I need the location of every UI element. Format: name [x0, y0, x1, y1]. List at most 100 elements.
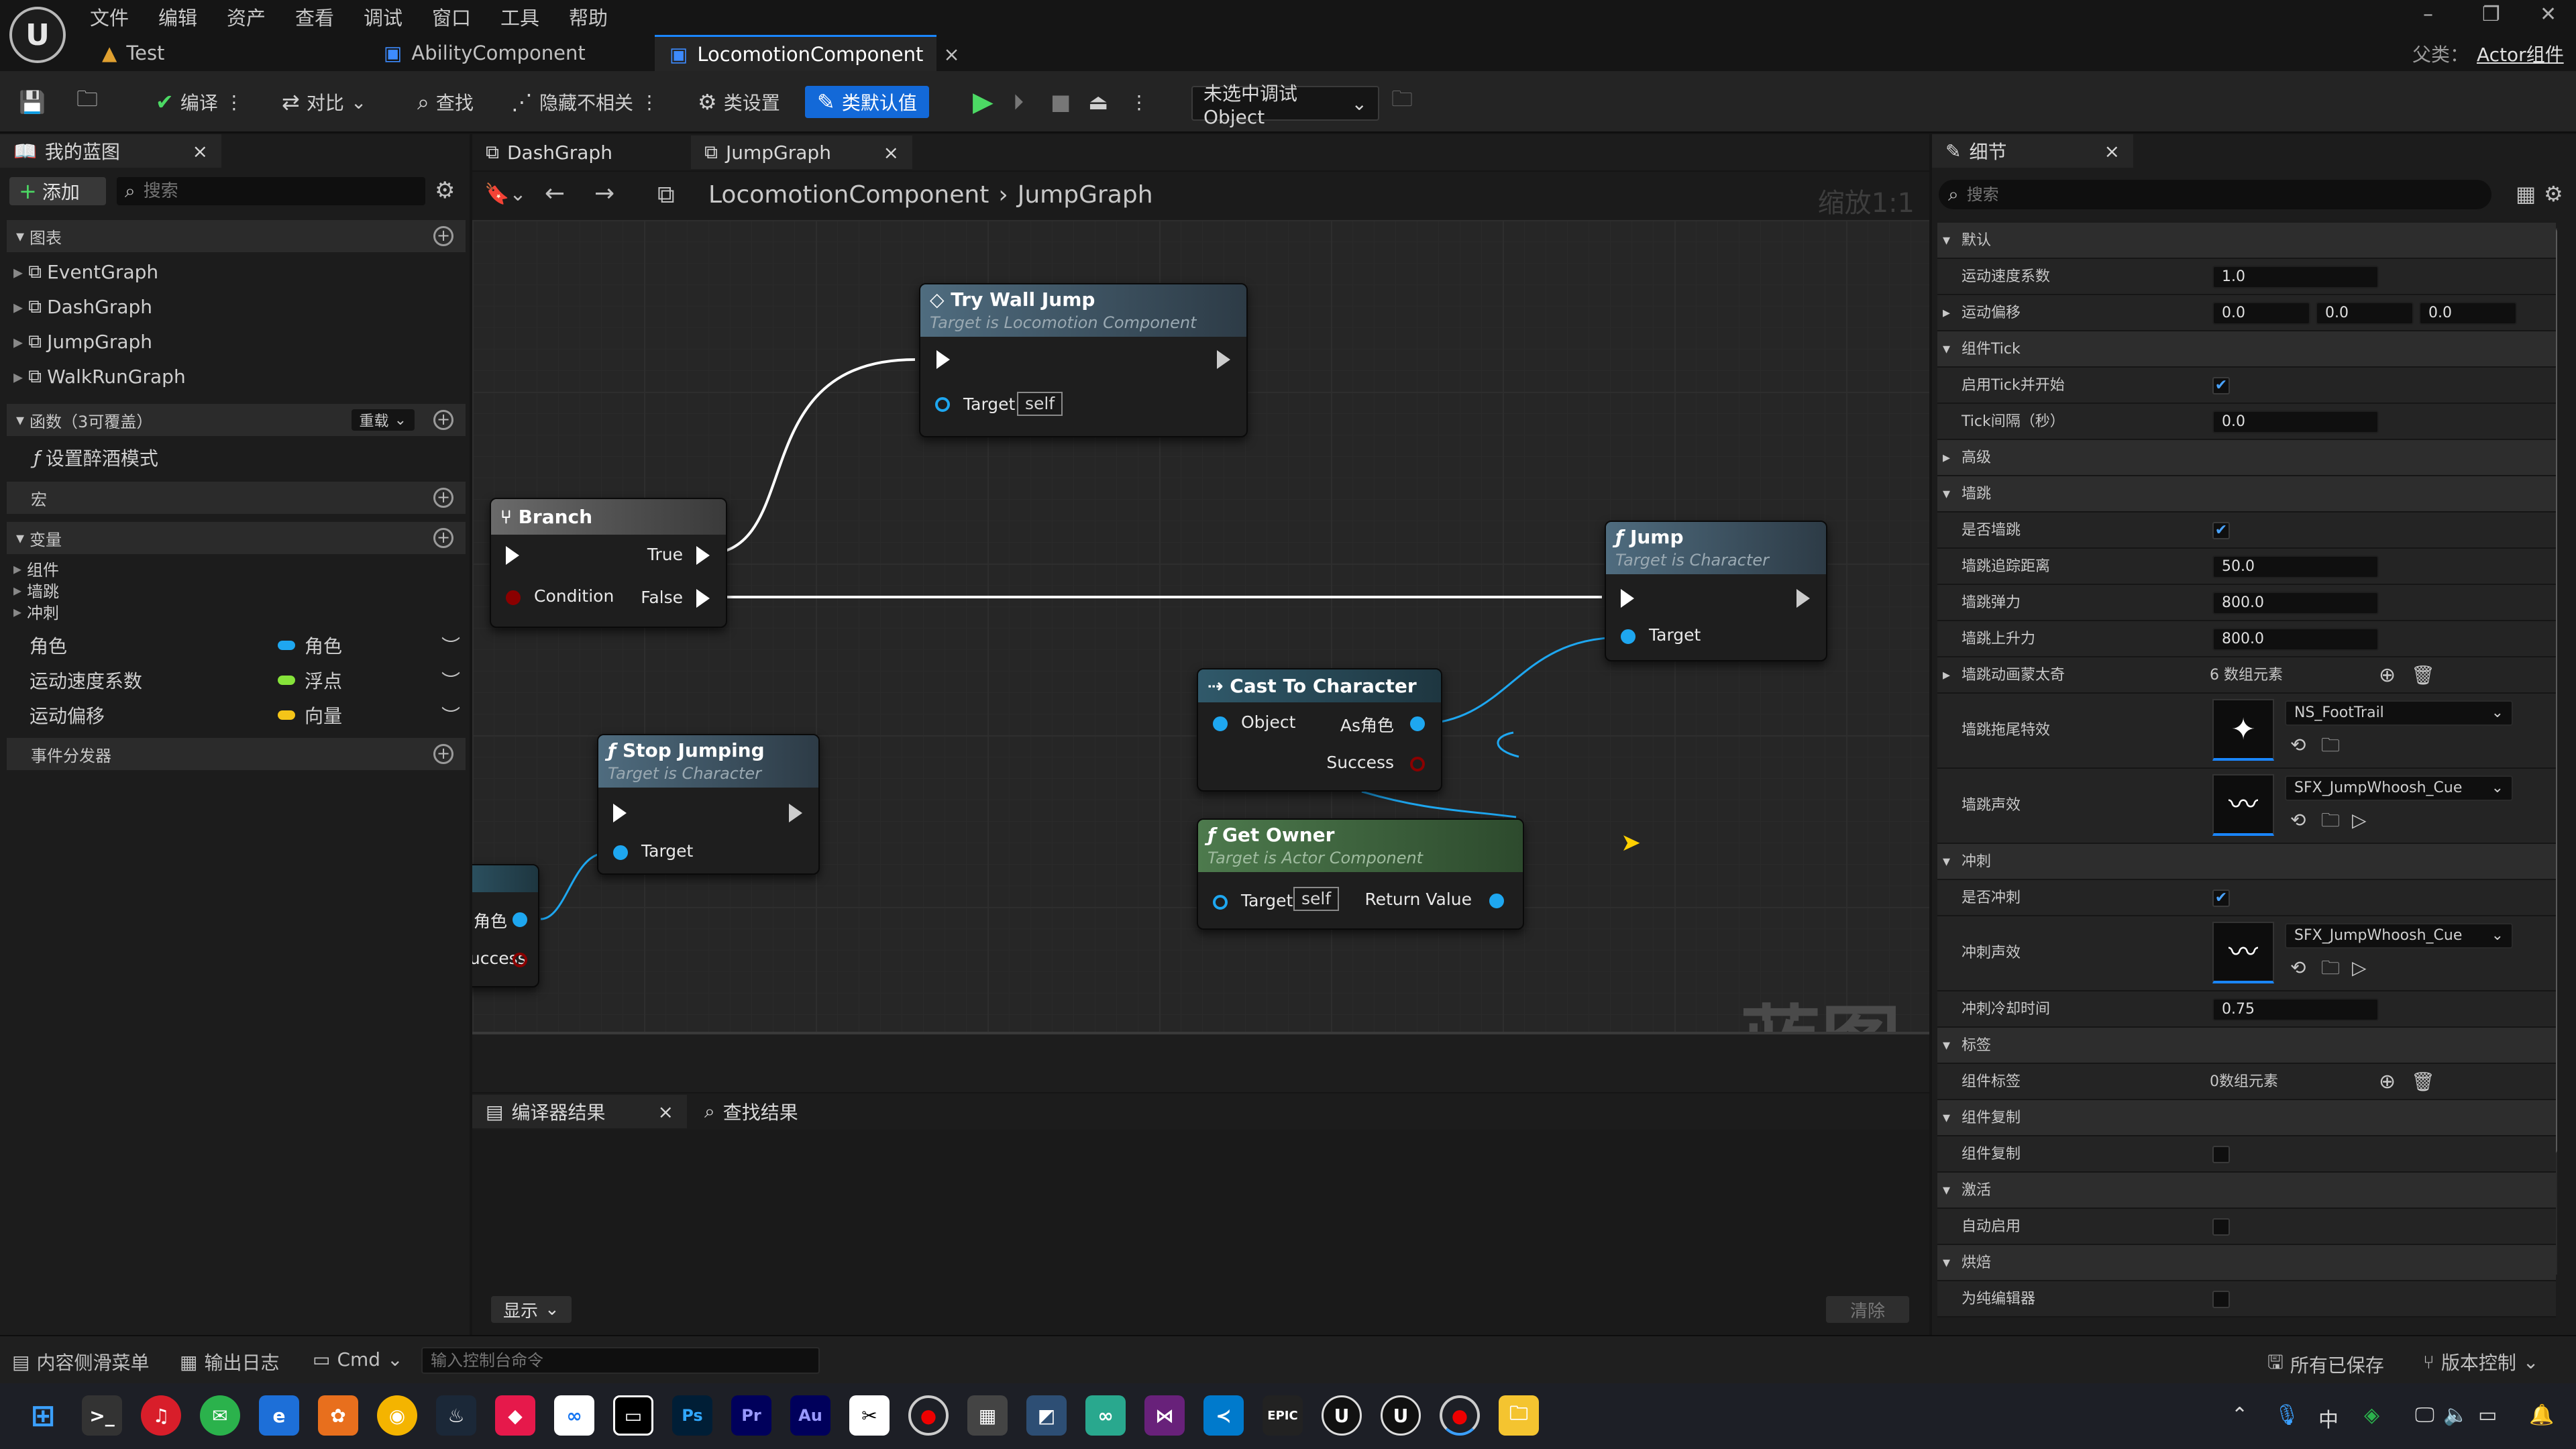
- trash-icon[interactable]: 🗑: [2411, 1064, 2435, 1100]
- property-checkbox[interactable]: ✔: [2212, 522, 2230, 539]
- target-pin[interactable]: [935, 397, 950, 412]
- variable-type[interactable]: 角色: [278, 632, 342, 659]
- exec-false-pin[interactable]: [696, 589, 710, 608]
- niagara-thumbnail-icon[interactable]: ✦: [2212, 699, 2274, 761]
- detail-category[interactable]: ▾ 标签: [1937, 1028, 2556, 1064]
- node-get-owner[interactable]: ƒ Get Owner Target is Actor Component Ta…: [1197, 818, 1524, 930]
- windows-start-icon[interactable]: ⊞: [23, 1395, 63, 1436]
- asset-picker[interactable]: NS_FootTrail ⌄: [2285, 700, 2513, 726]
- edge-icon[interactable]: e: [259, 1395, 299, 1436]
- wechat-icon[interactable]: ✉: [200, 1395, 240, 1436]
- restore-icon[interactable]: ❐: [2482, 3, 2500, 26]
- vector-y-input[interactable]: 0.0: [2316, 302, 2414, 325]
- source-control-button[interactable]: ⑂ 版本控制 ⌄: [2423, 1348, 2538, 1375]
- close-icon[interactable]: ×: [193, 140, 208, 162]
- node-stop-jumping[interactable]: ƒ Stop Jumping Target is Character Targe…: [597, 734, 820, 875]
- vector-x-input[interactable]: 0.0: [2212, 302, 2310, 325]
- tab-dashgraph[interactable]: ⧉ DashGraph: [472, 136, 687, 169]
- variable-type[interactable]: 浮点: [278, 667, 342, 694]
- file-explorer-icon[interactable]: 🗀: [1499, 1395, 1539, 1436]
- diff-button[interactable]: ⇄ 对比 ⌄: [282, 86, 366, 118]
- exec-out-pin[interactable]: [789, 804, 802, 822]
- detail-category[interactable]: ▾ 组件复制: [1937, 1100, 2556, 1136]
- var-category-components[interactable]: ▸ 组件: [13, 557, 59, 580]
- play-button[interactable]: ▶: [973, 86, 994, 118]
- var-category-walljump[interactable]: ▸ 墙跳: [13, 578, 59, 602]
- graph-item-jumpgraph[interactable]: ▸ ⧉ JumpGraph: [13, 330, 152, 353]
- exec-in-pin[interactable]: [936, 350, 950, 369]
- as-character-pin[interactable]: [1410, 716, 1425, 731]
- unreal-logo-icon[interactable]: U: [9, 7, 66, 63]
- battery-icon[interactable]: ▭: [2478, 1403, 2497, 1427]
- add-macro-icon[interactable]: +: [433, 488, 453, 508]
- return-value-pin[interactable]: [1489, 894, 1504, 908]
- gear-icon[interactable]: ⚙: [2544, 181, 2563, 207]
- graph-item-eventgraph[interactable]: ▸ ⧉ EventGraph: [13, 260, 158, 283]
- clear-button[interactable]: 清除: [1826, 1296, 1909, 1323]
- asset-picker[interactable]: SFX_JumpWhoosh_Cue ⌄: [2285, 923, 2513, 949]
- cmd-dropdown[interactable]: ▭ Cmd ⌄: [313, 1348, 403, 1371]
- add-dispatcher-icon[interactable]: +: [433, 744, 453, 764]
- class-defaults-button[interactable]: ✎ 类默认值: [805, 86, 929, 118]
- detail-category[interactable]: ▾ 冲刺: [1937, 844, 2556, 880]
- back-arrow-icon[interactable]: ←: [545, 180, 565, 207]
- all-saved-button[interactable]: 🖫 所有已保存: [2267, 1348, 2384, 1381]
- reset-arrow-icon[interactable]: ⟲: [2290, 727, 2306, 763]
- more-options-icon[interactable]: ⋮: [640, 91, 659, 113]
- step-button[interactable]: ⏵: [1013, 86, 1024, 118]
- variable-type[interactable]: 向量: [278, 702, 342, 729]
- detail-category[interactable]: ▾ 墙跳: [1937, 476, 2556, 513]
- search-box[interactable]: ⌕: [117, 177, 425, 205]
- unreal-engine-icon[interactable]: U: [1381, 1395, 1421, 1436]
- details-search-input[interactable]: [1966, 185, 2463, 204]
- photoshop-icon[interactable]: Ps: [672, 1395, 712, 1436]
- more-options-icon[interactable]: ⋮: [225, 91, 244, 113]
- success-pin[interactable]: [513, 953, 527, 967]
- var-category-dash[interactable]: ▸ 冲刺: [13, 600, 59, 623]
- graph-canvas[interactable]: ◇ Try Wall Jump Target is Locomotion Com…: [472, 220, 1929, 1032]
- target-pin[interactable]: [1621, 629, 1635, 644]
- property-input[interactable]: 50.0: [2212, 555, 2379, 578]
- steam-icon[interactable]: ♨: [436, 1395, 476, 1436]
- doc-tab-test[interactable]: ▲ Test: [87, 35, 356, 71]
- detail-category[interactable]: ▾ 烘焙: [1937, 1245, 2556, 1281]
- tab-my-blueprint[interactable]: 📖 我的蓝图 ×: [0, 134, 221, 168]
- class-settings-button[interactable]: ⚙ 类设置: [698, 86, 780, 118]
- section-event-dispatchers[interactable]: 事件分发器 +: [7, 738, 466, 770]
- vector-z-input[interactable]: 0.0: [2419, 302, 2517, 325]
- trash-icon[interactable]: 🗑: [2411, 657, 2435, 694]
- close-icon[interactable]: ×: [883, 142, 899, 164]
- volume-icon[interactable]: 🔈: [2443, 1403, 2468, 1427]
- reset-arrow-icon[interactable]: ⟲: [2290, 802, 2306, 839]
- console-input[interactable]: [421, 1347, 820, 1374]
- browse-button[interactable]: 🗀: [76, 86, 98, 118]
- section-graphs[interactable]: ▾ 图表 +: [7, 220, 466, 252]
- ime-indicator[interactable]: 中: [2318, 1403, 2339, 1433]
- epic-games-icon[interactable]: EPIC: [1263, 1395, 1303, 1436]
- menu-view[interactable]: 查看: [295, 3, 334, 31]
- table-view-icon[interactable]: ▦: [2516, 181, 2536, 207]
- node-try-wall-jump[interactable]: ◇ Try Wall Jump Target is Locomotion Com…: [919, 283, 1248, 437]
- close-icon[interactable]: ×: [943, 43, 959, 66]
- microphone-icon[interactable]: 🎙: [2274, 1403, 2300, 1427]
- play-sound-icon[interactable]: ▷: [2352, 950, 2367, 986]
- tab-jumpgraph[interactable]: ⧉ JumpGraph ×: [691, 136, 912, 169]
- variable-item[interactable]: 角色: [30, 632, 67, 659]
- eye-icon[interactable]: ︶: [441, 667, 460, 694]
- override-dropdown[interactable]: 重载 ⌄: [351, 409, 415, 431]
- audition-icon[interactable]: Au: [790, 1395, 830, 1436]
- forward-arrow-icon[interactable]: →: [594, 180, 614, 207]
- debug-object-select[interactable]: 未选中调试Object ⌄: [1191, 83, 1379, 128]
- expand-arrow-icon[interactable]: ▸: [1943, 295, 1950, 331]
- notification-bell-icon[interactable]: 🔔: [2529, 1403, 2554, 1427]
- netease-music-icon[interactable]: ♫: [141, 1395, 181, 1436]
- success-pin[interactable]: [1410, 757, 1425, 771]
- exec-out-pin[interactable]: [1217, 350, 1230, 369]
- tab-details[interactable]: ✎ 细节 ×: [1932, 134, 2133, 168]
- network-icon[interactable]: 🖵: [2415, 1403, 2434, 1427]
- app-icon[interactable]: ▭: [613, 1395, 653, 1436]
- variable-item[interactable]: 运动速度系数: [30, 667, 142, 694]
- exec-in-pin[interactable]: [506, 546, 519, 565]
- stop-button[interactable]: ■: [1051, 86, 1071, 118]
- minimize-icon[interactable]: –: [2423, 3, 2433, 26]
